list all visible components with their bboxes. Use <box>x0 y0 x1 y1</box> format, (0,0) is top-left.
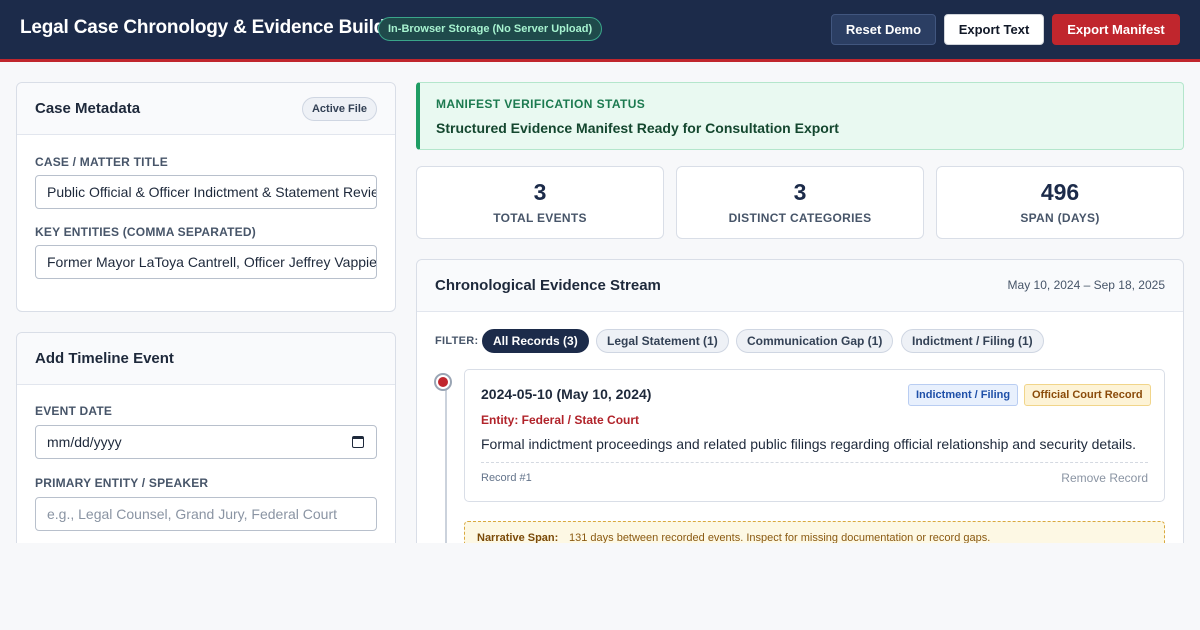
case-metadata-title: Case Metadata <box>35 100 141 117</box>
filter-communication-gap[interactable]: Communication Gap (1) <box>736 329 894 353</box>
add-event-header: Add Timeline Event <box>17 333 395 385</box>
primary-entity-label: PRIMARY ENTITY / SPEAKER <box>35 476 209 490</box>
case-title-input[interactable]: Public Official & Officer Indictment & S… <box>35 175 377 209</box>
event-divider <box>481 462 1148 463</box>
remove-record-button[interactable]: Remove Record <box>1061 471 1148 485</box>
event-date-label: EVENT DATE <box>35 404 113 418</box>
event-date-input[interactable]: mm/dd/yyyy <box>35 425 377 459</box>
case-metadata-card: Case Metadata Active File CASE / MATTER … <box>16 82 396 312</box>
stat-span-days: 496 SPAN (DAYS) <box>936 166 1184 239</box>
stat-label: DISTINCT CATEGORIES <box>728 211 872 225</box>
filter-label: FILTER: <box>435 335 479 347</box>
stat-value: 3 <box>533 179 547 205</box>
key-entities-label: KEY ENTITIES (COMMA SEPARATED) <box>35 225 256 239</box>
filter-indictment-filing[interactable]: Indictment / Filing (1) <box>901 329 1044 353</box>
event-date-placeholder: mm/dd/yyyy <box>47 434 122 450</box>
app-header: Legal Case Chronology & Evidence Builder… <box>0 0 1200 62</box>
key-entities-input[interactable]: Former Mayor LaToya Cantrell, Officer Je… <box>35 245 377 279</box>
timeline-marker <box>434 373 452 391</box>
status-label: MANIFEST VERIFICATION STATUS <box>436 97 646 111</box>
stat-value: 3 <box>793 179 807 205</box>
primary-entity-input[interactable]: e.g., Legal Counsel, Grand Jury, Federal… <box>35 497 377 531</box>
event-entity: Entity: Federal / State Court <box>481 413 640 427</box>
case-metadata-header: Case Metadata Active File <box>17 83 395 135</box>
active-file-badge: Active File <box>301 97 377 121</box>
evidence-stream-header: Chronological Evidence Stream May 10, 20… <box>417 260 1183 312</box>
date-range: May 10, 2024 – Sep 18, 2025 <box>1007 278 1165 292</box>
stat-label: TOTAL EVENTS <box>493 211 587 225</box>
export-manifest-button[interactable]: Export Manifest <box>1052 14 1180 45</box>
manifest-status-banner: MANIFEST VERIFICATION STATUS Structured … <box>416 82 1184 150</box>
stat-distinct-categories: 3 DISTINCT CATEGORIES <box>676 166 924 239</box>
event-record-card: 2024-05-10 (May 10, 2024) Indictment / F… <box>464 369 1165 502</box>
status-text: Structured Evidence Manifest Ready for C… <box>436 120 839 136</box>
event-date: 2024-05-10 (May 10, 2024) <box>481 386 652 402</box>
export-text-button[interactable]: Export Text <box>944 14 1044 45</box>
event-description: Formal indictment proceedings and relate… <box>481 436 1136 452</box>
stat-total-events: 3 TOTAL EVENTS <box>416 166 664 239</box>
storage-badge: In-Browser Storage (No Server Upload) <box>378 17 603 41</box>
stat-label: SPAN (DAYS) <box>1020 211 1100 225</box>
filter-legal-statement[interactable]: Legal Statement (1) <box>596 329 729 353</box>
reset-demo-button[interactable]: Reset Demo <box>831 14 936 45</box>
case-title-label: CASE / MATTER TITLE <box>35 155 168 169</box>
stat-value: 496 <box>1040 179 1080 205</box>
evidence-stream-title: Chronological Evidence Stream <box>435 277 661 294</box>
timeline-line <box>445 384 447 544</box>
calendar-icon[interactable] <box>352 436 364 448</box>
filter-all-records[interactable]: All Records (3) <box>482 329 589 353</box>
event-record-number: Record #1 <box>481 472 532 484</box>
app-title: Legal Case Chronology & Evidence Builder <box>20 17 403 38</box>
add-event-title: Add Timeline Event <box>35 350 174 367</box>
event-category-tag: Indictment / Filing <box>908 384 1019 406</box>
event-source-tag: Official Court Record <box>1024 384 1151 406</box>
page-background <box>0 543 1200 630</box>
